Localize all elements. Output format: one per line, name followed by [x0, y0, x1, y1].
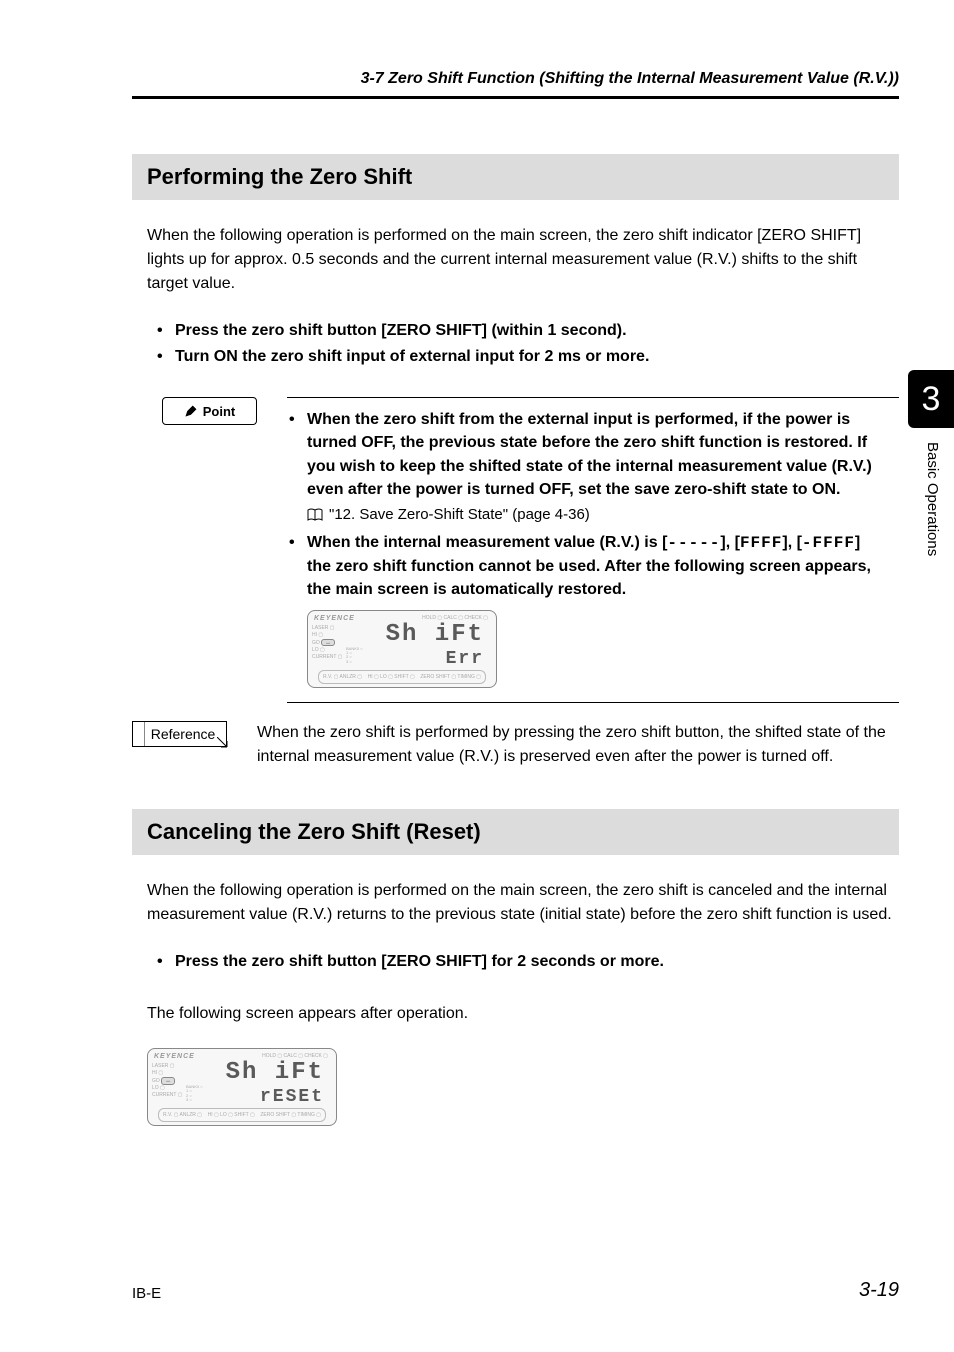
device-sub-readout: Err	[446, 649, 484, 669]
heading-performing: Performing the Zero Shift	[132, 154, 899, 200]
point-bullet-2: When the internal measurement value (R.V…	[287, 531, 887, 602]
device-bottom-bar: R.V. ▢ ANLZR ▢ HI ▢ LO ▢ SHIFT ▢ ZERO SH…	[158, 1108, 326, 1122]
footer-model: IB-E	[132, 1285, 161, 1302]
point-callout: Point When the zero shift from the exter…	[162, 397, 899, 702]
section2-bullets: Press the zero shift button [ZERO SHIFT]…	[147, 949, 899, 975]
device-main-readout: Sh iFt	[386, 621, 484, 648]
point-badge: Point	[162, 397, 257, 425]
reference-callout: Reference When the zero shift is perform…	[132, 721, 899, 769]
book-reference: "12. Save Zero-Shift State" (page 4-36)	[287, 506, 887, 523]
chapter-tab: 3	[908, 370, 954, 428]
bullet-turn-on: Turn ON the zero shift input of external…	[147, 344, 899, 370]
reference-badge: Reference	[132, 721, 227, 747]
section2-outro: The following screen appears after opera…	[147, 1002, 899, 1026]
device-bank: BANK0 ○ 1 ○ 2 ○ 3 ○	[346, 647, 363, 665]
section-header: 3-7 Zero Shift Function (Shifting the In…	[132, 70, 899, 99]
page-footer: IB-E 3-19	[132, 1279, 899, 1302]
corner-arrow-icon	[217, 737, 229, 749]
reference-text: When the zero shift is performed by pres…	[257, 721, 899, 769]
device-main-readout: Sh iFt	[226, 1059, 324, 1086]
section-title: 3-7 Zero Shift Function (Shifting the In…	[361, 70, 899, 87]
section1-intro: When the following operation is performe…	[147, 224, 899, 296]
point-bullet-1: When the zero shift from the external in…	[287, 408, 887, 501]
device-bottom-bar: R.V. ▢ ANLZR ▢ HI ▢ LO ▢ SHIFT ▢ ZERO SH…	[318, 670, 486, 684]
section2-intro: When the following operation is performe…	[147, 879, 899, 927]
device-left-labels: LASER ▢ HI ▢ GO ▬ LO ▢ CURRENT ▢	[152, 1063, 182, 1099]
section1-bullets: Press the zero shift button [ZERO SHIFT]…	[147, 318, 899, 369]
device-left-labels: LASER ▢ HI ▢ GO ▬ LO ▢ CURRENT ▢	[312, 625, 342, 661]
footer-page-number: 3-19	[859, 1279, 899, 1302]
bullet-press-2sec: Press the zero shift button [ZERO SHIFT]…	[147, 949, 899, 975]
heading-canceling: Canceling the Zero Shift (Reset)	[132, 809, 899, 855]
pen-icon	[184, 404, 198, 418]
side-chapter-label: Basic Operations	[924, 442, 941, 556]
device-display-reset: KEYENCE HOLD ▢ CALC ▢ CHECK ▢ LASER ▢ HI…	[147, 1048, 899, 1126]
bullet-press-zero: Press the zero shift button [ZERO SHIFT]…	[147, 318, 899, 344]
device-sub-readout: rESEt	[260, 1087, 324, 1107]
point-content: When the zero shift from the external in…	[287, 397, 899, 702]
book-icon	[307, 508, 323, 522]
device-bank: BANK0 ○ 1 ○ 2 ○ 3 ○	[186, 1085, 203, 1103]
device-display-err: KEYENCE HOLD ▢ CALC ▢ CHECK ▢ LASER ▢ HI…	[307, 610, 887, 688]
